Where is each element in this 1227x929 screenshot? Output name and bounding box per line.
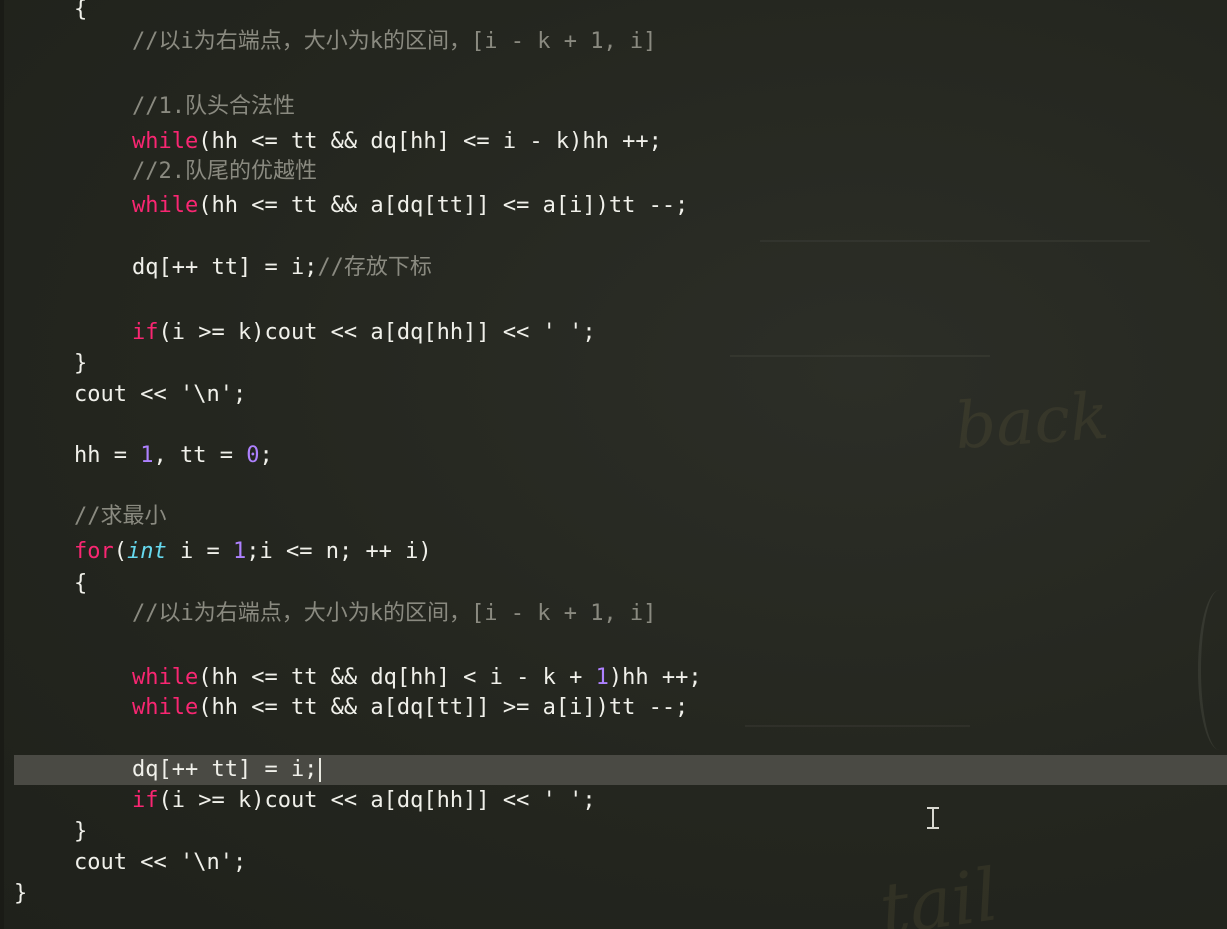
text-cursor-icon [932, 808, 934, 828]
code-line-text: while(hh <= tt && dq[hh] < i - k + 1)hh … [0, 665, 702, 690]
code-token: cout << '\n'; [74, 382, 247, 407]
code-line-text: //2.队尾的优越性 [0, 159, 317, 184]
code-line-text: cout << '\n'; [0, 382, 246, 407]
code-token: (hh <= tt && dq[hh] <= i - k)hh ++; [198, 129, 662, 154]
code-line[interactable]: //1.队头合法性 [0, 92, 295, 122]
code-line[interactable]: while(hh <= tt && a[dq[tt]] >= a[i])tt -… [0, 693, 688, 723]
text-caret [319, 758, 322, 782]
code-token: dq[++ tt] = i; [132, 757, 318, 782]
background-handwriting-tail: tail [874, 852, 1004, 929]
code-token: )hh ++; [608, 665, 702, 690]
keyword-token: while [132, 695, 199, 720]
code-line-text: dq[++ tt] = i; [0, 757, 322, 782]
code-line-text: //以i为右端点，大小为k的区间，[i - k + 1, i] [0, 601, 656, 626]
comment-token: //以i为右端点，大小为k的区间，[i - k + 1, i] [132, 601, 657, 626]
code-line[interactable]: cout << '\n'; [0, 380, 246, 410]
code-line[interactable]: dq[++ tt] = i;//存放下标 [0, 253, 432, 283]
code-line-text: //求最小 [0, 504, 167, 529]
background-ghost-line [730, 355, 990, 357]
code-line-text: //1.队头合法性 [0, 94, 295, 119]
text-cursor-icon-top [927, 807, 939, 809]
code-line[interactable]: } [0, 879, 27, 909]
number-token: 1 [595, 665, 609, 690]
code-line[interactable]: while(hh <= tt && dq[hh] <= i - k)hh ++; [0, 127, 662, 157]
code-line-text: //以i为右端点，大小为k的区间，[i - k + 1, i] [0, 29, 656, 54]
code-line[interactable]: //2.队尾的优越性 [0, 157, 317, 187]
code-line-text: } [0, 819, 87, 844]
number-token: 1 [232, 539, 247, 564]
code-token: ;i <= n; ++ i) [246, 539, 432, 564]
code-token: ( [113, 539, 127, 564]
code-token: hh = [74, 443, 141, 468]
code-line-text: if(i >= k)cout << a[dq[hh]] << ' '; [0, 320, 596, 345]
code-token: (i >= k)cout << a[dq[hh]] << ' '; [158, 320, 596, 345]
keyword-token: for [74, 539, 114, 564]
type-token: int [127, 539, 167, 564]
code-line[interactable]: } [0, 817, 87, 847]
code-line-text: hh = 1, tt = 0; [0, 443, 273, 468]
code-line-text: { [0, 571, 87, 596]
code-line[interactable]: if(i >= k)cout << a[dq[hh]] << ' '; [0, 318, 596, 348]
code-token: { [74, 0, 88, 22]
comment-token: //1.队头合法性 [132, 94, 295, 119]
code-line-text: cout << '\n'; [0, 850, 246, 875]
code-token: } [74, 819, 88, 844]
code-line[interactable]: { [0, 0, 87, 25]
keyword-token: while [132, 665, 199, 690]
code-line[interactable]: { [0, 569, 87, 599]
keyword-token: if [132, 320, 159, 345]
code-editor[interactable]: back tail { //以i为右端点，大小为k的区间，[i - k + 1, … [0, 0, 1227, 929]
code-line-text: { [0, 0, 87, 22]
code-line[interactable]: hh = 1, tt = 0; [0, 441, 273, 471]
code-line-text: if(i >= k)cout << a[dq[hh]] << ' '; [0, 788, 596, 813]
comment-token: //以i为右端点，大小为k的区间，[i - k + 1, i] [132, 29, 657, 54]
number-token: 0 [246, 443, 260, 468]
code-line-text: } [0, 881, 27, 906]
code-token: ; [259, 443, 273, 468]
code-token: dq[++ tt] = i; [132, 255, 318, 280]
number-token: 1 [140, 443, 154, 468]
keyword-token: while [132, 193, 199, 218]
code-line[interactable]: //以i为右端点，大小为k的区间，[i - k + 1, i] [0, 27, 656, 57]
code-token: (hh <= tt && a[dq[tt]] >= a[i])tt --; [198, 695, 689, 720]
code-token: (i >= k)cout << a[dq[hh]] << ' '; [158, 788, 596, 813]
code-token: (hh <= tt && dq[hh] < i - k + [198, 665, 596, 690]
keyword-token: while [132, 129, 199, 154]
code-token: } [74, 351, 88, 376]
comment-token: //存放下标 [317, 255, 432, 280]
comment-token: //2.队尾的优越性 [132, 159, 317, 184]
code-token: , tt = [153, 443, 247, 468]
background-ghost-line [760, 240, 1150, 242]
comment-token: //求最小 [74, 504, 167, 529]
code-line[interactable]: while(hh <= tt && dq[hh] < i - k + 1)hh … [0, 663, 702, 693]
code-line-text: dq[++ tt] = i;//存放下标 [0, 255, 432, 280]
code-token: (hh <= tt && a[dq[tt]] <= a[i])tt --; [198, 193, 689, 218]
keyword-token: if [132, 788, 159, 813]
background-ghost-line [745, 725, 970, 727]
code-line-text: while(hh <= tt && a[dq[tt]] >= a[i])tt -… [0, 695, 688, 720]
code-line[interactable]: cout << '\n'; [0, 848, 246, 878]
code-line-text: for(int i = 1;i <= n; ++ i) [0, 539, 432, 564]
code-line-current[interactable]: dq[++ tt] = i; [14, 755, 1227, 785]
code-line-text: while(hh <= tt && a[dq[tt]] <= a[i])tt -… [0, 193, 688, 218]
code-token: } [14, 881, 28, 906]
text-cursor-icon-bottom [927, 827, 939, 829]
background-handwriting-back: back [952, 379, 1112, 465]
code-line-text: while(hh <= tt && dq[hh] <= i - k)hh ++; [0, 129, 662, 154]
code-line[interactable]: } [0, 349, 87, 379]
code-token: { [74, 571, 88, 596]
background-ghost-paren [1198, 590, 1227, 750]
code-line[interactable]: //以i为右端点，大小为k的区间，[i - k + 1, i] [0, 599, 656, 629]
code-token: i = [166, 539, 233, 564]
code-line[interactable]: for(int i = 1;i <= n; ++ i) [0, 537, 432, 567]
code-line[interactable]: if(i >= k)cout << a[dq[hh]] << ' '; [0, 786, 596, 816]
code-token: cout << '\n'; [74, 850, 247, 875]
code-line-text: } [0, 351, 87, 376]
code-line[interactable]: while(hh <= tt && a[dq[tt]] <= a[i])tt -… [0, 191, 688, 221]
code-line[interactable]: //求最小 [0, 502, 167, 532]
